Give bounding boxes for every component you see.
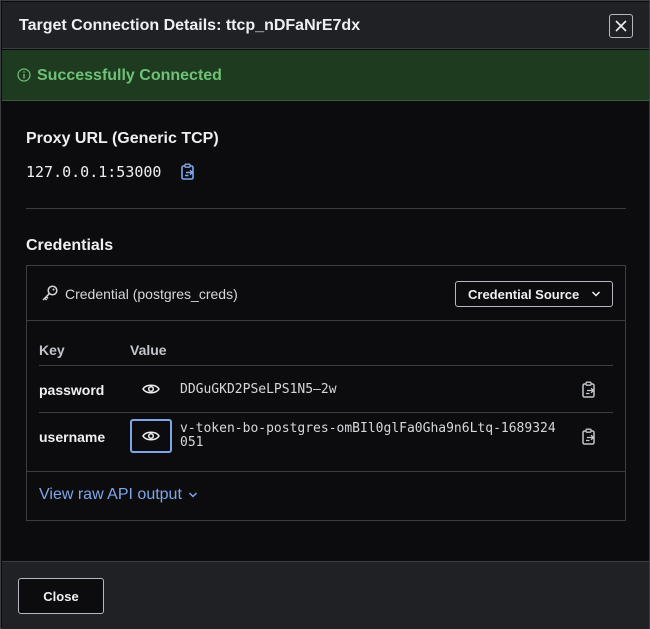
- credential-source-label: Credential Source: [468, 287, 580, 302]
- section-divider: [26, 208, 626, 209]
- credential-card-header: Credential (postgres_creds) Credential S…: [27, 266, 625, 321]
- credential-value-username: v-token-bo-postgres-omBIl0glFa0Gha9n6Ltq…: [180, 421, 556, 450]
- column-header-key: Key: [39, 342, 65, 358]
- card-divider: [27, 471, 625, 472]
- banner-text: Successfully Connected: [37, 67, 222, 84]
- copy-password-button[interactable]: [581, 381, 597, 403]
- close-button[interactable]: Close: [18, 578, 104, 614]
- dialog-footer: Close: [2, 561, 649, 629]
- proxy-heading: Proxy URL (Generic TCP): [26, 130, 219, 147]
- info-circle-icon: [17, 68, 31, 82]
- eye-icon: [142, 431, 160, 441]
- success-banner: Successfully Connected: [2, 50, 649, 101]
- credential-key-username: username: [39, 429, 106, 445]
- credential-key-password: password: [39, 382, 105, 398]
- credentials-heading: Credentials: [26, 237, 114, 254]
- clipboard-icon: [582, 381, 595, 398]
- credential-card: Credential (postgres_creds) Credential S…: [26, 265, 626, 521]
- row-divider: [39, 412, 613, 413]
- reveal-password-button[interactable]: [130, 372, 172, 406]
- dialog-close-button[interactable]: [609, 14, 633, 38]
- row-divider: [39, 365, 613, 366]
- copy-username-button[interactable]: [581, 428, 597, 450]
- view-raw-api-output-link[interactable]: View raw API output: [39, 486, 198, 504]
- connection-details-dialog: Target Connection Details: ttcp_nDFaNrE7…: [0, 0, 650, 629]
- credential-name: Credential (postgres_creds): [65, 286, 238, 302]
- clipboard-icon: [582, 428, 595, 445]
- reveal-username-button[interactable]: [130, 419, 172, 453]
- copy-proxy-button[interactable]: [180, 163, 196, 185]
- chevron-down-icon: [591, 291, 601, 297]
- proxy-url: 127.0.0.1:53000: [26, 163, 162, 181]
- credential-source-button[interactable]: Credential Source: [455, 281, 613, 307]
- dialog-title: Target Connection Details: ttcp_nDFaNrE7…: [19, 17, 361, 34]
- credential-value-password: DDGuGKD2PSeLPS1N5–2w: [180, 382, 337, 397]
- raw-link-label: View raw API output: [39, 486, 182, 503]
- dialog-header: Target Connection Details: ttcp_nDFaNrE7…: [2, 2, 649, 49]
- close-icon: [615, 20, 627, 32]
- key-icon: [42, 285, 58, 301]
- chevron-down-icon: [188, 492, 197, 498]
- eye-icon: [142, 384, 160, 394]
- column-header-value: Value: [130, 342, 167, 358]
- clipboard-icon: [181, 163, 194, 180]
